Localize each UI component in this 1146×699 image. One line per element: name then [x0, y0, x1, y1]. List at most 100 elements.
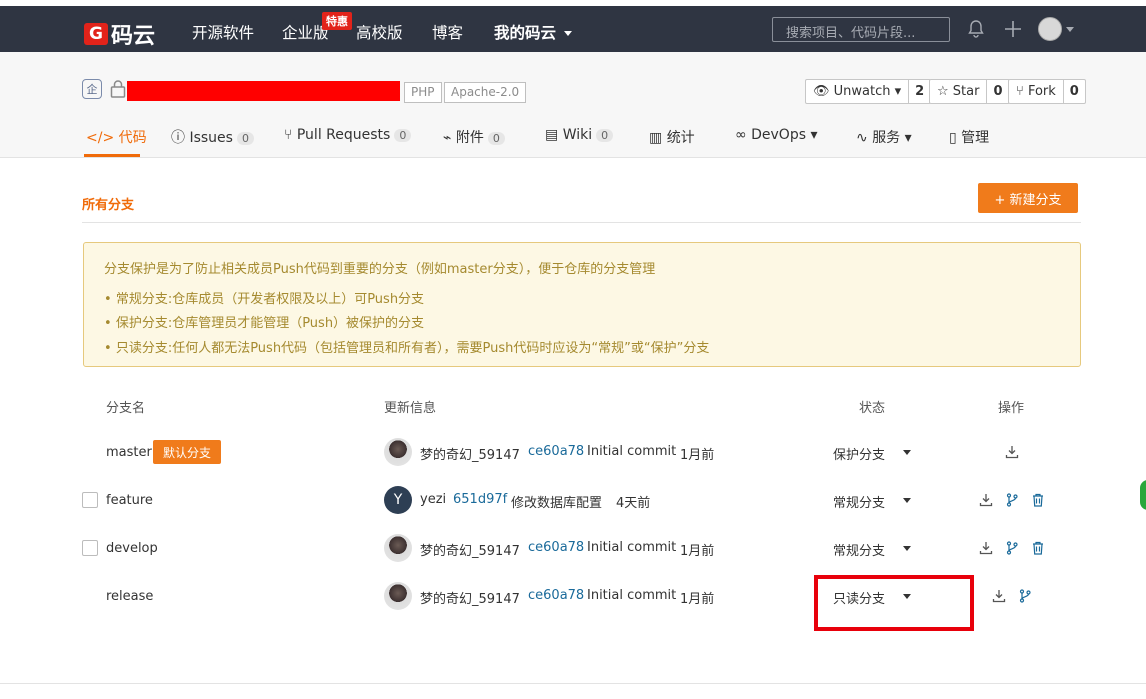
commit-message[interactable]: Initial commit — [587, 540, 676, 555]
branch-protection-notice: 分支保护是为了防止相关成员Push代码到重要的分支（例如master分支），便于… — [83, 242, 1081, 367]
nav-university[interactable]: 高校版 — [356, 21, 403, 43]
branch-status-select[interactable]: 常规分支 — [833, 492, 885, 511]
tab-attachments[interactable]: ⌁ 附件 0 — [443, 127, 505, 147]
chevron-down-icon — [564, 31, 573, 36]
tab-issues[interactable]: ⓘ Issues 0 — [171, 127, 254, 147]
tab-devops[interactable]: ∞ DevOps ▾ — [735, 127, 818, 143]
lock-icon — [110, 79, 126, 99]
tab-pr-label: Pull Requests — [296, 127, 391, 143]
commit-message[interactable]: Initial commit — [587, 588, 676, 603]
commit-sha[interactable]: ce60a78 — [528, 540, 584, 555]
watch-count[interactable]: 2 — [909, 80, 930, 103]
nav-blog[interactable]: 博客 — [432, 21, 463, 43]
new-branch-button[interactable]: + 新建分支 — [978, 183, 1078, 213]
branch-name[interactable]: master — [106, 445, 152, 460]
nav-open-source[interactable]: 开源软件 — [192, 21, 254, 43]
trash-icon[interactable] — [1031, 493, 1045, 507]
top-navbar: G 码云 开源软件 企业版 特惠 高校版 博客 我的码云 搜索项目、代码片段..… — [0, 6, 1146, 52]
commit-time: 1月前 — [680, 544, 715, 559]
download-icon[interactable] — [1005, 445, 1019, 459]
branch-checkbox[interactable] — [82, 540, 98, 556]
fork-icon: ⑂ — [1016, 84, 1024, 99]
plus-icon[interactable] — [1003, 19, 1023, 43]
star-count[interactable]: 0 — [987, 80, 1008, 103]
commit-author[interactable]: 梦的奇幻_59147 — [420, 588, 520, 607]
branch-icon[interactable] — [1018, 589, 1032, 603]
tab-stats[interactable]: ▥ 统计 — [649, 127, 695, 147]
fork-text: Fork — [1027, 84, 1056, 99]
download-icon[interactable] — [979, 493, 993, 507]
author-avatar[interactable] — [384, 534, 412, 562]
default-branch-badge: 默认分支 — [153, 440, 221, 464]
pulse-icon: ∿ — [856, 130, 868, 146]
header-update-info: 更新信息 — [384, 401, 437, 416]
branch-name[interactable]: develop — [106, 541, 158, 556]
watch-button[interactable]: 👁 Unwatch ▾ 2 — [805, 79, 932, 104]
hot-badge: 特惠 — [322, 12, 352, 30]
commit-author[interactable]: 梦的奇幻_59147 — [420, 444, 520, 463]
fork-count[interactable]: 0 — [1064, 80, 1085, 103]
tab-wiki-label: Wiki — [562, 127, 593, 143]
chevron-down-icon[interactable] — [1066, 27, 1074, 32]
download-icon[interactable] — [979, 541, 993, 555]
branch-status-select[interactable]: 常规分支 — [833, 540, 885, 559]
user-avatar[interactable] — [1038, 17, 1062, 41]
star-text: Star — [952, 84, 980, 99]
star-label: ☆ Star — [930, 80, 988, 103]
tab-code-label: 代码 — [118, 130, 147, 146]
branch-checkbox[interactable] — [82, 492, 98, 508]
chevron-down-icon[interactable] — [903, 498, 911, 503]
language-tag[interactable]: PHP — [404, 82, 442, 103]
notice-title: 分支保护是为了防止相关成员Push代码到重要的分支（例如master分支），便于… — [104, 262, 656, 277]
redacted-repo-name — [127, 81, 400, 101]
bar-chart-icon: ▥ — [649, 130, 663, 146]
tab-attachments-count: 0 — [487, 132, 505, 145]
tab-pull-requests[interactable]: ⑂ Pull Requests 0 — [284, 127, 412, 143]
paperclip-icon: ⌁ — [443, 130, 452, 146]
bell-icon[interactable] — [966, 19, 986, 43]
branch-name[interactable]: release — [106, 589, 153, 604]
pull-request-icon: ⑂ — [284, 127, 293, 143]
search-input[interactable]: 搜索项目、代码片段... — [772, 17, 950, 42]
branch-icon[interactable] — [1005, 493, 1019, 507]
logo-mark: G — [84, 23, 108, 45]
commit-message[interactable]: Initial commit — [587, 444, 676, 459]
tab-manage-label: 管理 — [961, 130, 990, 146]
author-avatar[interactable]: Y — [384, 486, 412, 514]
branch-status-select[interactable]: 保护分支 — [833, 444, 885, 463]
infinity-icon: ∞ — [735, 127, 747, 143]
gitee-logo[interactable]: G 码云 — [84, 18, 155, 50]
commit-author[interactable]: yezi — [420, 492, 446, 507]
author-avatar[interactable] — [384, 582, 412, 610]
commit-sha[interactable]: ce60a78 — [528, 444, 584, 459]
chevron-down-icon[interactable] — [903, 450, 911, 455]
branch-icon[interactable] — [1005, 541, 1019, 555]
chevron-down-icon[interactable] — [903, 546, 911, 551]
nav-my-gitee[interactable]: 我的码云 — [494, 21, 573, 43]
floating-widget-edge[interactable] — [1140, 480, 1146, 510]
branch-name[interactable]: feature — [106, 493, 153, 508]
star-button[interactable]: ☆ Star 0 — [929, 79, 1010, 104]
tab-manage[interactable]: ▯ 管理 — [949, 127, 989, 147]
fork-button[interactable]: ⑂ Fork 0 — [1008, 79, 1086, 104]
author-avatar[interactable] — [384, 438, 412, 466]
watch-label: 👁 Unwatch ▾ — [806, 80, 910, 103]
commit-sha[interactable]: 651d97f — [453, 492, 507, 507]
code-icon: </> — [86, 130, 115, 146]
commit-sha[interactable]: ce60a78 — [528, 588, 584, 603]
annotation-highlight-box — [814, 575, 974, 631]
tab-wiki[interactable]: ▤ Wiki 0 — [545, 127, 614, 143]
download-icon[interactable] — [992, 589, 1006, 603]
commit-message[interactable]: 修改数据库配置 — [511, 492, 602, 511]
trash-icon[interactable] — [1031, 541, 1045, 555]
star-icon: ☆ — [937, 84, 949, 99]
commit-author[interactable]: 梦的奇幻_59147 — [420, 540, 520, 559]
issue-icon: ⓘ — [171, 130, 185, 146]
tab-services[interactable]: ∿ 服务 ▾ — [856, 127, 912, 147]
header-status: 状态 — [859, 401, 886, 416]
license-tag[interactable]: Apache-2.0 — [444, 82, 527, 103]
logo-text: 码云 — [111, 24, 156, 49]
tab-code[interactable]: </> 代码 — [86, 127, 147, 147]
notice-item: • 常规分支:仓库成员（开发者权限及以上）可Push分支 — [104, 292, 425, 307]
tab-issues-label: Issues — [189, 130, 233, 146]
